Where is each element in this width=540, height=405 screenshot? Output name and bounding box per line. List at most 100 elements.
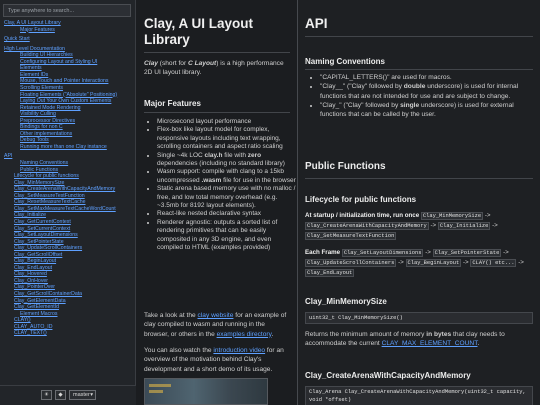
toc-item[interactable]: Clay_CreateArenaWithCapacityAndMemory <box>14 186 115 192</box>
toc-item[interactable]: Building UI Hierarchies <box>20 52 73 58</box>
table-of-contents: Clay, A UI Layout Library Major Features Q… <box>0 20 136 386</box>
fn-code: Clay_MinMemorySize <box>420 212 484 220</box>
toc-item[interactable]: Clay, A UI Layout Library <box>4 20 61 26</box>
toc-item[interactable]: Clay_GetElementData <box>14 298 66 304</box>
video-paragraph: You can also watch the introduction vide… <box>144 347 284 373</box>
toc-item[interactable]: Clay_ResetMeasureTextCache <box>14 199 86 205</box>
feature-item: Static arena based memory use with no ma… <box>157 185 297 210</box>
thumbnail-detail <box>149 384 171 387</box>
feature-item: Wasm support: compile with clang to a 15… <box>157 168 297 185</box>
toc-item[interactable]: Retained Mode Rendering <box>20 105 81 111</box>
toc-item[interactable]: Naming Conventions <box>20 160 68 166</box>
toc-item[interactable]: Preprocessor Directives <box>20 118 75 124</box>
toc-item[interactable]: Clay_GetScrollContainerData <box>14 291 82 297</box>
toc-item[interactable]: Element IDs <box>20 72 48 78</box>
toc-item[interactable]: Running more than one Clay instance <box>20 144 107 150</box>
toc-item[interactable]: Mouse, Touch and Pointer Interactions <box>20 78 108 84</box>
toc-item[interactable]: Clay_PointerOver <box>14 284 55 290</box>
fn-code: Clay_SetPointerState <box>432 249 502 257</box>
minmemorysize-heading: Clay_MinMemorySize <box>305 297 387 306</box>
toc-item[interactable]: Visibility Culling <box>20 111 56 117</box>
fn-code: Clay_Initialize <box>437 222 491 230</box>
video-thumbnail[interactable] <box>144 378 268 405</box>
sidebar-footer: ☀ ◆ master ▾ <box>0 385 136 405</box>
toc-item[interactable]: Configuring Layout and Styling UI <box>20 59 97 65</box>
toc-item[interactable]: Clay_GetElementId <box>14 304 59 310</box>
sun-icon: ☀ <box>44 392 49 398</box>
branch-select[interactable]: master ▾ <box>69 390 96 400</box>
toc-item[interactable]: API <box>4 153 12 159</box>
toc-item[interactable]: Lifecycle for public functions <box>14 173 79 179</box>
toc-item[interactable]: Clay_SetLayoutDimensions <box>14 232 78 238</box>
diamond-icon: ◆ <box>58 392 63 398</box>
toc-item[interactable]: CLAY_TEXT() <box>14 330 47 336</box>
naming-item: "Clay__" ("Clay" followed by double unde… <box>320 82 538 101</box>
toc-item[interactable]: Floating Elements ("Absolute" Positionin… <box>20 92 117 98</box>
nav-button[interactable]: ◆ <box>55 390 66 400</box>
toc-item[interactable]: Laying Out Your Own Custom Elements <box>20 98 111 104</box>
startup-label: At startup / initialization time, run on… <box>305 212 420 219</box>
readme-intro-panel: Clay, A UI Layout Library Clay (short fo… <box>137 0 297 405</box>
page-title: Clay, A UI Layout Library <box>144 16 254 47</box>
fn-code: Clay_EndLayout <box>305 269 355 277</box>
examples-directory-link[interactable]: examples directory <box>217 331 272 338</box>
minmemorysize-code: uint32_t Clay_MinMemorySize() <box>305 312 533 324</box>
lifecycle-heading: Lifecycle for public functions <box>305 195 417 204</box>
toc-item[interactable]: Elements <box>20 65 42 71</box>
toc-item[interactable]: Quick Start <box>4 36 30 42</box>
feature-item: Single ~4k LOC clay.h file with zero dep… <box>157 152 297 169</box>
intro-c-layout: C Layout <box>187 60 217 67</box>
toc-item[interactable]: Clay_MinMemorySize <box>14 180 64 186</box>
toc-item[interactable]: Clay_SetMaxMeasureTextCacheWordCount <box>14 206 116 212</box>
thumbnail-detail <box>149 390 163 393</box>
frame-label: Each Frame <box>305 249 341 256</box>
toc-item[interactable]: CLAY_AUTO_ID <box>14 324 52 330</box>
api-title: API <box>305 16 328 31</box>
fn-code: Clay_BeginLayout <box>405 259 462 267</box>
feature-item: Microsecond layout performance <box>157 118 297 126</box>
introduction-video-link[interactable]: introduction video <box>213 347 265 354</box>
search-input[interactable] <box>3 4 131 17</box>
toc-item[interactable]: Clay_SetMeasureTextFunction <box>14 193 85 199</box>
public-functions-heading: Public Functions <box>305 161 386 172</box>
divider <box>144 52 290 53</box>
toc-item[interactable]: Clay_OnHover <box>14 278 48 284</box>
toc-item[interactable]: Clay_GetCurrentContext <box>14 219 71 225</box>
fn-code: CLAY() etc... <box>470 259 517 267</box>
toc-item[interactable]: CLAY() <box>14 317 31 323</box>
theme-toggle-button[interactable]: ☀ <box>41 390 52 400</box>
toc-item[interactable]: Clay_EndLayout <box>14 265 52 271</box>
sidebar: Clay, A UI Layout LibraryMajor Features Q… <box>0 0 136 405</box>
toc-item[interactable]: Other implementations <box>20 131 72 137</box>
create-arena-code: Clay_Arena Clay_CreateArenaWithCapacityA… <box>305 386 533 405</box>
toc-item[interactable]: Major Features <box>20 27 55 33</box>
intro-clay: Clay <box>144 60 158 67</box>
toc-item[interactable]: Element Macros <box>20 311 57 317</box>
toc-item[interactable]: Clay_SetPointerState <box>14 239 64 245</box>
toc-item[interactable]: Clay_Initialize <box>14 212 46 218</box>
feature-item: Renderer agnostic: outputs a sorted list… <box>157 219 297 253</box>
naming-item: "Clay_" ("Clay" followed by single under… <box>320 101 538 120</box>
divider <box>305 69 533 70</box>
toc-item[interactable]: Clay_Hovered <box>14 271 47 277</box>
toc-item[interactable]: Bindings for non C <box>20 124 63 130</box>
divider <box>305 178 533 179</box>
feature-item: Flex-box like layout model for complex, … <box>157 126 297 151</box>
feature-item: React-like nested declarative syntax <box>157 210 297 218</box>
toc-item[interactable]: Clay_SetCurrentContext <box>14 226 70 232</box>
toc-item[interactable]: Clay_GetScrollOffset <box>14 252 62 258</box>
clay-website-link[interactable]: clay website <box>198 312 234 319</box>
features-list: Microsecond layout performance Flex-box … <box>149 118 297 253</box>
toc-item[interactable]: Clay_UpdateScrollContainers <box>14 245 82 251</box>
toc-item[interactable]: Clay_BeginLayout <box>14 258 56 264</box>
max-element-count-link[interactable]: CLAY_MAX_ELEMENT_COUNT <box>382 340 478 347</box>
startup-flow: At startup / initialization time, run on… <box>305 212 498 240</box>
divider <box>305 36 533 37</box>
toc-item[interactable]: High Level Documentation <box>4 46 65 52</box>
toc-item[interactable]: Debug Tools <box>20 137 49 143</box>
create-arena-heading: Clay_CreateArenaWithCapacityAndMemory <box>305 371 471 380</box>
naming-conventions-heading: Naming Conventions <box>305 57 386 66</box>
toc-item[interactable]: Public Functions <box>20 167 58 173</box>
toc-item[interactable]: Scrolling Elements <box>20 85 63 91</box>
website-paragraph: Take a look at the clay website for an e… <box>144 312 287 338</box>
